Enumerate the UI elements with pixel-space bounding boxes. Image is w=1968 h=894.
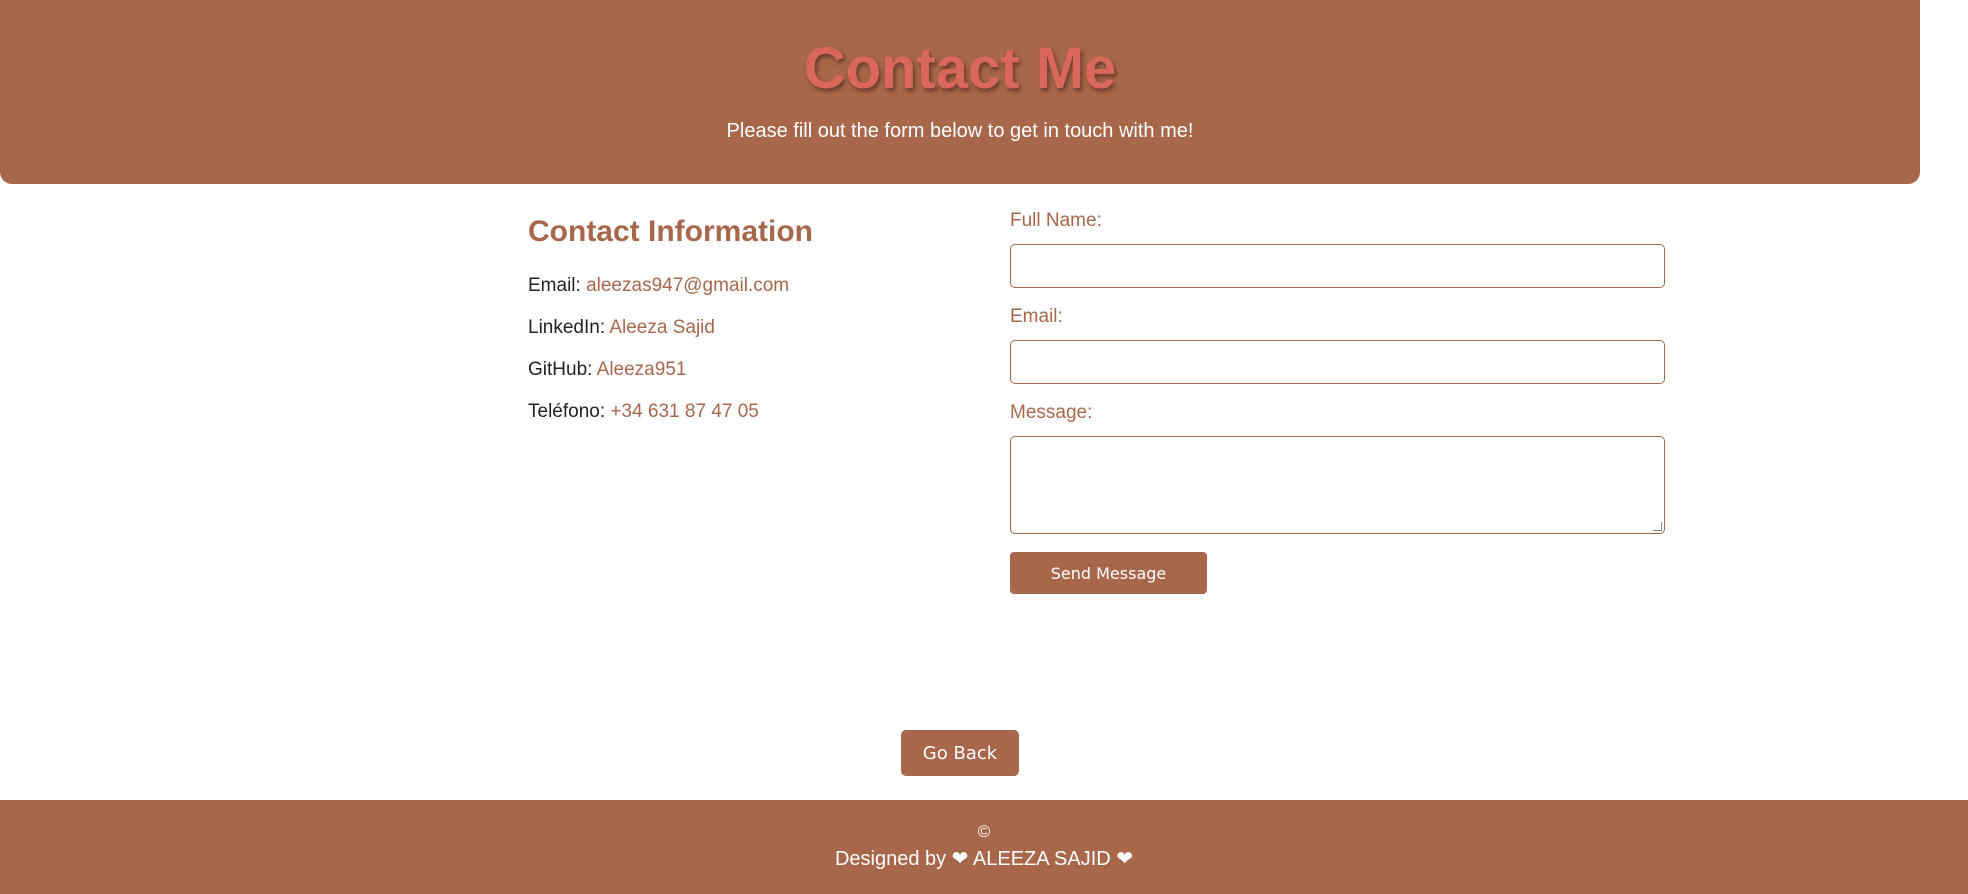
page-header: Contact Me Please fill out the form belo… [0,0,1920,184]
contact-form: Full Name: Email: Message: Send Message [1010,210,1665,594]
footer-credit: Designed by ❤ ALEEZA SAJID ❤ [834,848,1134,870]
email-label: Email: [1010,306,1063,327]
page-footer: © Designed by ❤ ALEEZA SAJID ❤ [0,800,1968,894]
send-message-button[interactable]: Send Message [1010,552,1207,594]
contact-phone-row: Teléfono: +34 631 87 47 05 [528,400,948,424]
go-back-button[interactable]: Go Back [901,730,1019,776]
contact-phone-label: Teléfono: [528,401,611,422]
message-textarea[interactable] [1010,436,1665,534]
contact-phone-link[interactable]: +34 631 87 47 05 [610,401,758,422]
message-label: Message: [1010,402,1093,423]
resize-handle-icon[interactable] [1653,522,1662,531]
contact-github-row: GitHub: Aleeza951 [528,358,948,382]
contact-information-heading: Contact Information [528,215,813,248]
page-title: Contact Me [803,36,1117,101]
email-input[interactable] [1010,340,1665,384]
contact-email-label: Email: [528,275,587,296]
contact-email-row: Email: aleezas947@gmail.com [528,274,948,298]
contact-linkedin-row: LinkedIn: Aleeza Sajid [528,316,948,340]
full-name-input[interactable] [1010,244,1665,288]
contact-github-link[interactable]: Aleeza951 [597,359,687,380]
page-subtitle: Please fill out the form below to get in… [726,120,1194,142]
contact-email-link[interactable]: aleezas947@gmail.com [586,275,789,296]
full-name-label: Full Name: [1010,210,1102,231]
contact-linkedin-label: LinkedIn: [528,317,610,338]
contact-github-label: GitHub: [528,359,597,380]
contact-information-section: Contact Information Email: aleezas947@gm… [528,212,948,442]
contact-linkedin-link[interactable]: Aleeza Sajid [609,317,715,338]
footer-copyright: © [977,822,991,841]
